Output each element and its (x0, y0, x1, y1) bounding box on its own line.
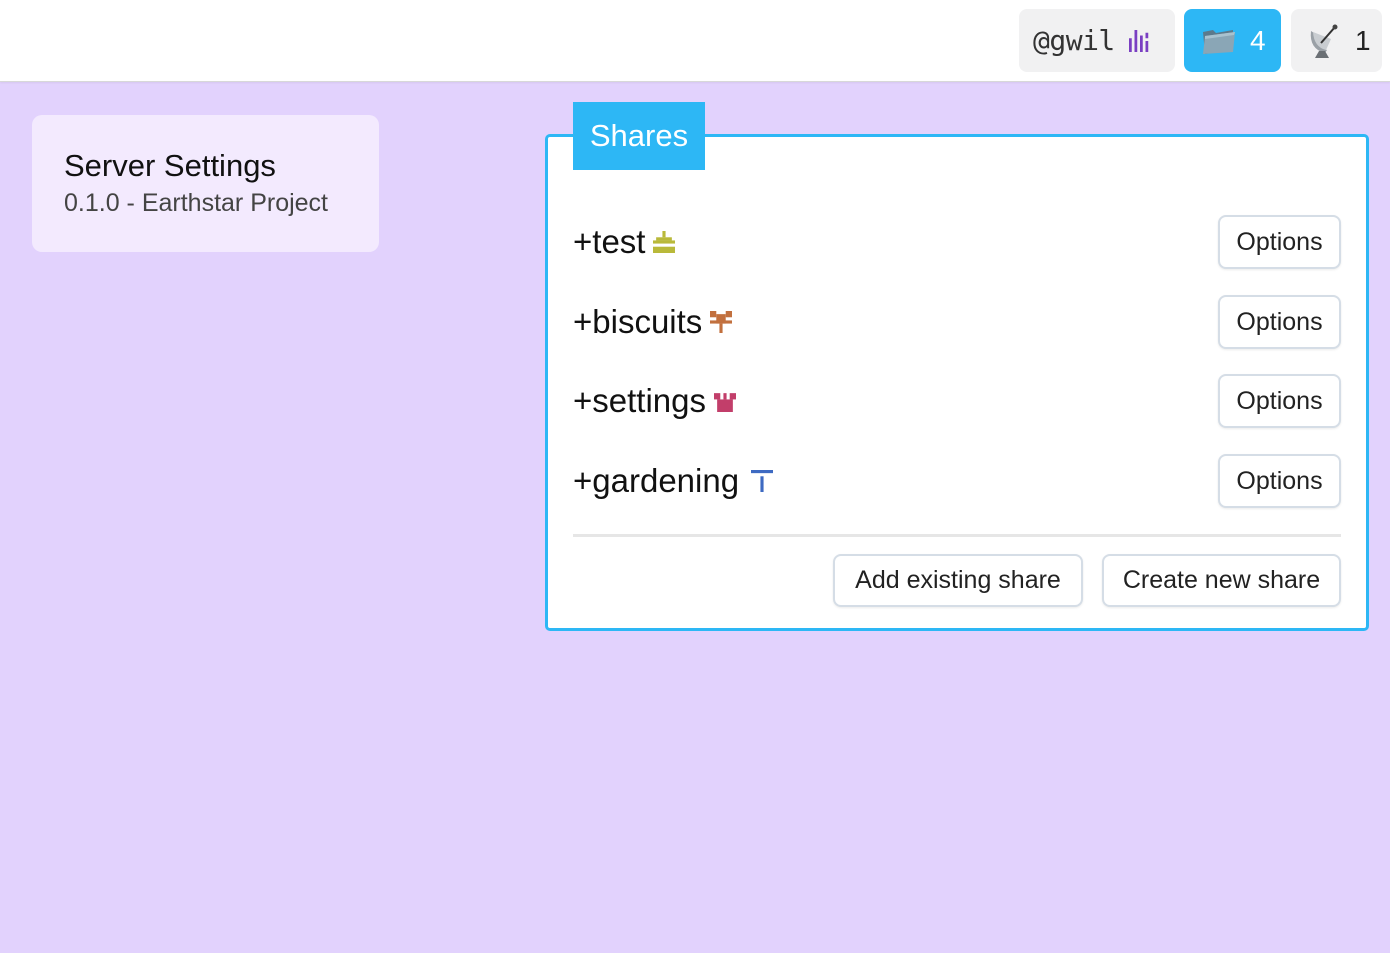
folder-icon (1203, 29, 1235, 54)
share-options-button[interactable]: Options (1218, 215, 1341, 269)
shares-button[interactable]: 4 (1184, 9, 1281, 72)
servers-button[interactable]: 1 (1291, 9, 1382, 72)
share-glyph-icon (714, 393, 736, 412)
share-name: +settings (573, 382, 706, 419)
share-row: +gardening Options (573, 454, 1341, 508)
top-bar: @gwil 4 1 (0, 0, 1390, 82)
server-info-card: Server Settings 0.1.0 - Earthstar Projec… (32, 115, 379, 252)
add-existing-share-button[interactable]: Add existing share (833, 554, 1083, 607)
share-options-button[interactable]: Options (1218, 454, 1341, 508)
share-name: +biscuits (573, 303, 703, 340)
share-name: +test (573, 223, 646, 260)
shares-panel-title: Shares (573, 102, 705, 170)
divider (573, 534, 1341, 537)
share-row: +test Options (573, 215, 1341, 269)
server-version: 0.1.0 - Earthstar Project (64, 189, 329, 217)
share-name: +gardening (573, 462, 740, 499)
identity-handle: @gwil (1033, 24, 1115, 57)
share-glyph-icon (710, 311, 733, 333)
share-options-button[interactable]: Options (1218, 295, 1341, 349)
share-options-button[interactable]: Options (1218, 374, 1341, 428)
identity-button[interactable]: @gwil (1019, 9, 1175, 72)
create-new-share-button[interactable]: Create new share (1102, 554, 1341, 607)
share-glyph-icon (751, 470, 774, 492)
share-row: +settings Options (573, 374, 1341, 428)
satellite-dish-icon (1310, 24, 1338, 58)
identity-glyph-icon (1128, 29, 1149, 52)
share-row: +biscuits Options (573, 295, 1341, 349)
servers-count: 1 (1355, 24, 1371, 56)
share-glyph-icon (653, 231, 676, 253)
server-title: Server Settings (64, 148, 276, 183)
shares-count: 4 (1250, 24, 1266, 56)
